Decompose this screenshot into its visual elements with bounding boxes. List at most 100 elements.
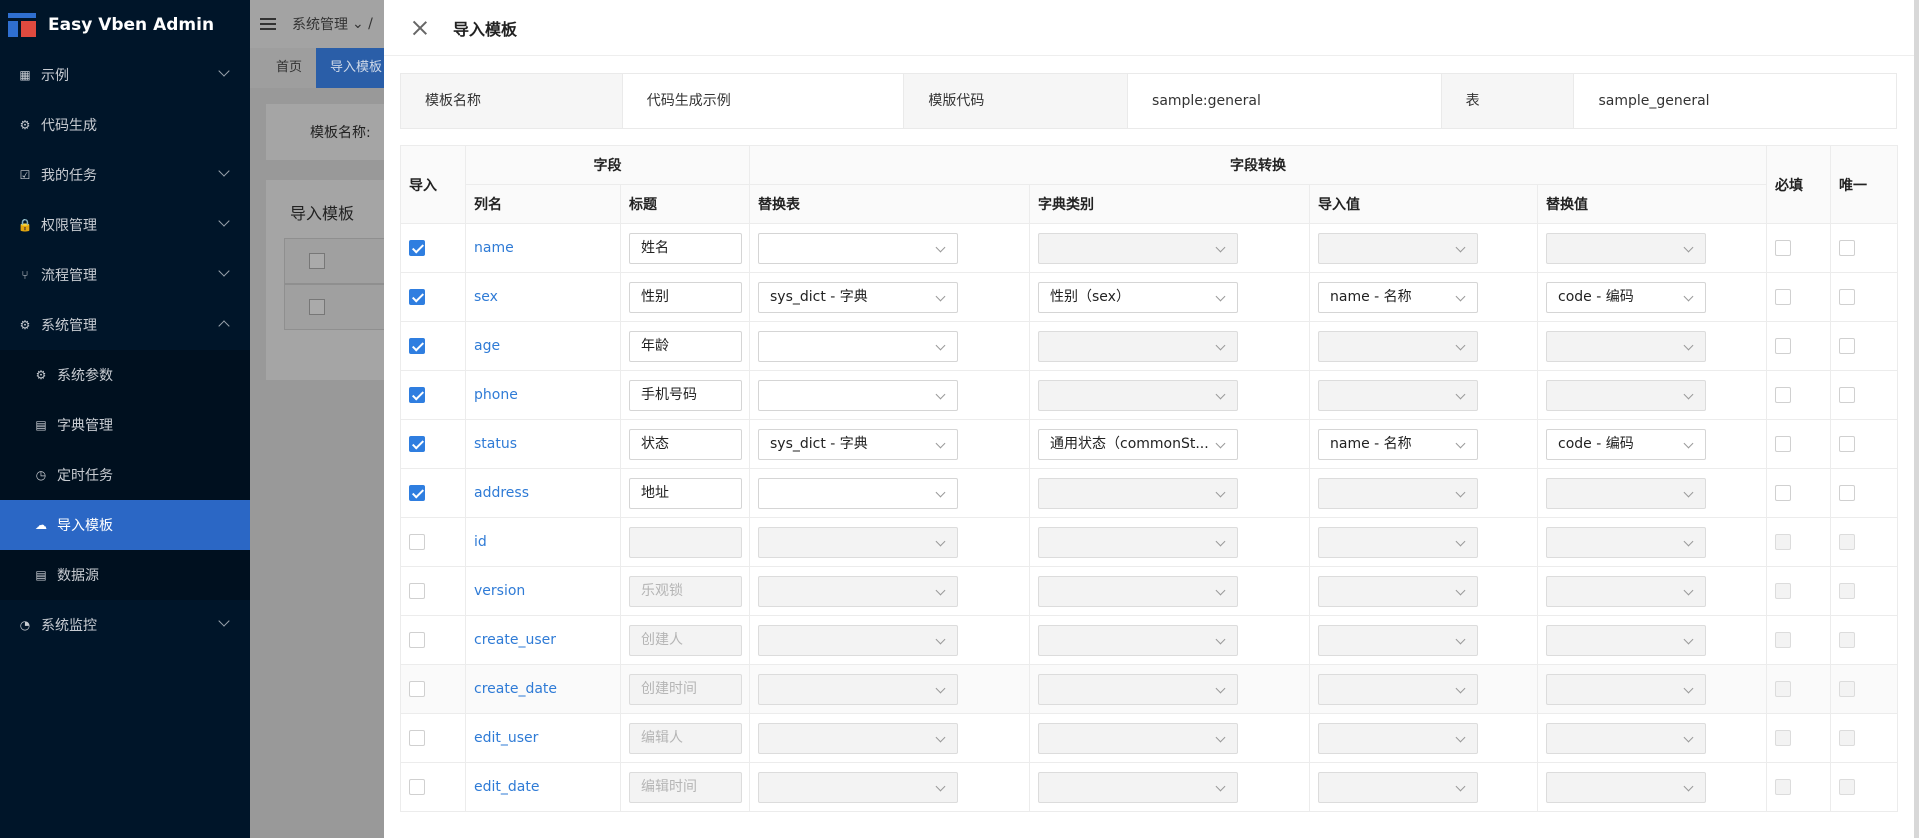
sidebar-item-11[interactable]: ◔ 系统监控 — [0, 600, 250, 650]
replace-table-select[interactable] — [758, 477, 958, 509]
import-checkbox[interactable] — [409, 240, 425, 256]
dict-type-select[interactable] — [1038, 379, 1238, 411]
required-checkbox[interactable] — [1775, 485, 1791, 501]
breadcrumb[interactable]: 系统管理 — [292, 14, 348, 34]
caption-input[interactable]: 姓名 — [629, 232, 742, 264]
menu-fold-icon[interactable] — [260, 18, 276, 30]
sidebar-item-8[interactable]: ◷ 定时任务 — [0, 450, 250, 500]
replace-value-select[interactable] — [1546, 575, 1706, 607]
replace-table-select[interactable]: sys_dict - 字典 — [758, 428, 958, 460]
dict-type-select[interactable]: 通用状态（commonSt... — [1038, 428, 1238, 460]
sidebar-item-6[interactable]: ⚙ 系统参数 — [0, 350, 250, 400]
dict-type-select[interactable] — [1038, 575, 1238, 607]
sidebar-item-5[interactable]: ⚙ 系统管理 — [0, 300, 250, 350]
replace-value-select[interactable] — [1546, 771, 1706, 803]
replace-table-select[interactable] — [758, 379, 958, 411]
unique-checkbox[interactable] — [1839, 779, 1855, 795]
unique-checkbox[interactable] — [1839, 240, 1855, 256]
required-checkbox[interactable] — [1775, 387, 1791, 403]
replace-table-select[interactable] — [758, 771, 958, 803]
required-checkbox[interactable] — [1775, 583, 1791, 599]
replace-table-select[interactable] — [758, 624, 958, 656]
sidebar-item-2[interactable]: ☑ 我的任务 — [0, 150, 250, 200]
sidebar-item-3[interactable]: 🔒 权限管理 — [0, 200, 250, 250]
dict-type-select[interactable] — [1038, 722, 1238, 754]
dict-type-select[interactable] — [1038, 526, 1238, 558]
close-icon[interactable] — [412, 20, 428, 36]
import-checkbox[interactable] — [409, 436, 425, 452]
import-checkbox[interactable] — [409, 730, 425, 746]
app-logo[interactable]: Easy Vben Admin — [0, 0, 250, 50]
sidebar-item-0[interactable]: ▦ 示例 — [0, 50, 250, 100]
unique-checkbox[interactable] — [1839, 387, 1855, 403]
import-value-select[interactable] — [1318, 526, 1478, 558]
import-value-select[interactable] — [1318, 771, 1478, 803]
import-value-select[interactable]: name - 名称 — [1318, 428, 1478, 460]
dict-type-select[interactable] — [1038, 477, 1238, 509]
caption-input[interactable]: 乐观锁 — [629, 575, 742, 607]
replace-value-select[interactable] — [1546, 526, 1706, 558]
import-value-select[interactable]: name - 名称 — [1318, 281, 1478, 313]
dict-type-select[interactable] — [1038, 624, 1238, 656]
import-checkbox[interactable] — [409, 583, 425, 599]
caption-input[interactable] — [629, 526, 742, 558]
import-checkbox[interactable] — [409, 387, 425, 403]
replace-table-select[interactable] — [758, 722, 958, 754]
dict-type-select[interactable] — [1038, 771, 1238, 803]
replace-value-select[interactable] — [1546, 624, 1706, 656]
unique-checkbox[interactable] — [1839, 289, 1855, 305]
replace-value-select[interactable]: code - 编码 — [1546, 428, 1706, 460]
replace-table-select[interactable] — [758, 673, 958, 705]
import-checkbox[interactable] — [409, 485, 425, 501]
dict-type-select[interactable] — [1038, 330, 1238, 362]
required-checkbox[interactable] — [1775, 436, 1791, 452]
import-value-select[interactable] — [1318, 722, 1478, 754]
sidebar-item-9[interactable]: ☁ 导入模板 — [0, 500, 250, 550]
caption-input[interactable]: 创建时间 — [629, 673, 742, 705]
caption-input[interactable]: 编辑时间 — [629, 771, 742, 803]
sidebar-item-1[interactable]: ⚙ 代码生成 — [0, 100, 250, 150]
required-checkbox[interactable] — [1775, 534, 1791, 550]
caption-input[interactable]: 地址 — [629, 477, 742, 509]
replace-table-select[interactable] — [758, 330, 958, 362]
row-checkbox[interactable] — [309, 299, 325, 315]
unique-checkbox[interactable] — [1839, 436, 1855, 452]
scrollbar[interactable] — [1914, 0, 1919, 838]
import-checkbox[interactable] — [409, 534, 425, 550]
dict-type-select[interactable] — [1038, 232, 1238, 264]
required-checkbox[interactable] — [1775, 681, 1791, 697]
sidebar-item-4[interactable]: ⑂ 流程管理 — [0, 250, 250, 300]
replace-value-select[interactable] — [1546, 722, 1706, 754]
import-value-select[interactable] — [1318, 232, 1478, 264]
required-checkbox[interactable] — [1775, 632, 1791, 648]
caption-input[interactable]: 编辑人 — [629, 722, 742, 754]
required-checkbox[interactable] — [1775, 730, 1791, 746]
unique-checkbox[interactable] — [1839, 485, 1855, 501]
dict-type-select[interactable]: 性别（sex） — [1038, 281, 1238, 313]
import-value-select[interactable] — [1318, 673, 1478, 705]
caption-input[interactable]: 创建人 — [629, 624, 742, 656]
replace-table-select[interactable]: sys_dict - 字典 — [758, 281, 958, 313]
dict-type-select[interactable] — [1038, 673, 1238, 705]
sidebar-item-7[interactable]: ▤ 字典管理 — [0, 400, 250, 450]
import-checkbox[interactable] — [409, 681, 425, 697]
replace-value-select[interactable] — [1546, 673, 1706, 705]
tab-home[interactable]: 首页 — [262, 48, 316, 88]
replace-value-select[interactable] — [1546, 232, 1706, 264]
sidebar-item-10[interactable]: ▤ 数据源 — [0, 550, 250, 600]
unique-checkbox[interactable] — [1839, 632, 1855, 648]
import-value-select[interactable] — [1318, 379, 1478, 411]
unique-checkbox[interactable] — [1839, 730, 1855, 746]
replace-table-select[interactable] — [758, 575, 958, 607]
unique-checkbox[interactable] — [1839, 681, 1855, 697]
caption-input[interactable]: 年龄 — [629, 330, 742, 362]
replace-table-select[interactable] — [758, 526, 958, 558]
replace-value-select[interactable] — [1546, 477, 1706, 509]
unique-checkbox[interactable] — [1839, 583, 1855, 599]
unique-checkbox[interactable] — [1839, 534, 1855, 550]
required-checkbox[interactable] — [1775, 289, 1791, 305]
caption-input[interactable]: 性别 — [629, 281, 742, 313]
unique-checkbox[interactable] — [1839, 338, 1855, 354]
import-checkbox[interactable] — [409, 289, 425, 305]
replace-value-select[interactable] — [1546, 379, 1706, 411]
